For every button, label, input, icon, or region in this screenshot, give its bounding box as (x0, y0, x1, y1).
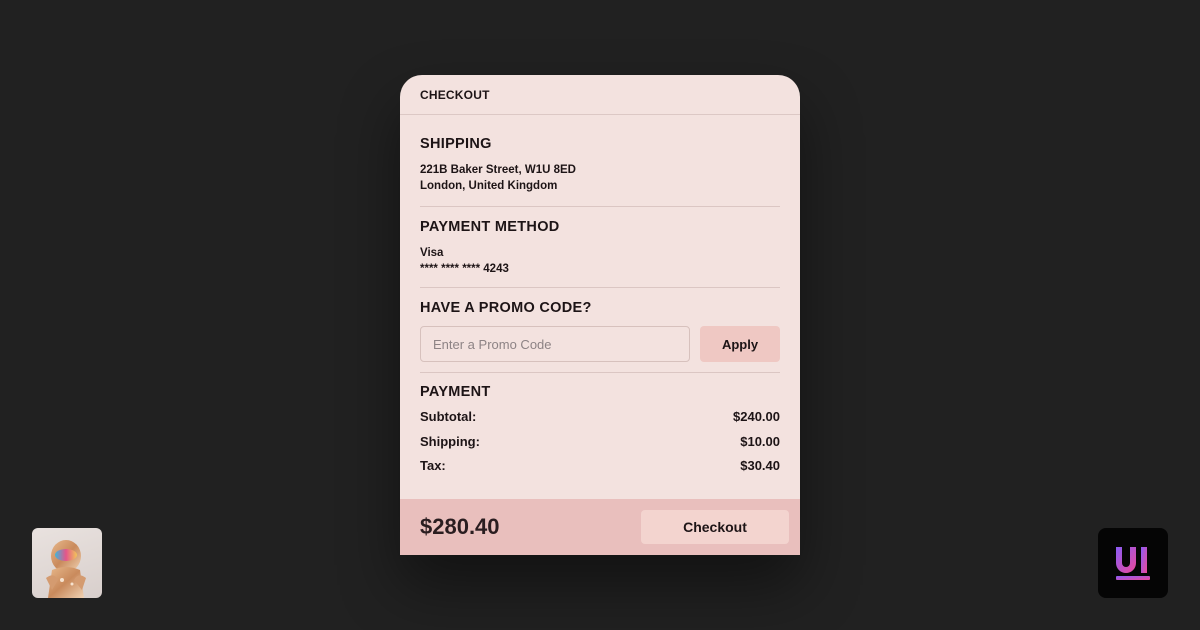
shipping-address-line1: 221B Baker Street, W1U 8ED (420, 164, 576, 176)
checkout-card: CHECKOUT SHIPPING 221B Baker Street, W1U… (400, 75, 800, 555)
tax-value: $30.40 (740, 458, 780, 473)
card-type: Visa (420, 247, 444, 259)
shipping-cost-label: Shipping: (420, 433, 480, 449)
order-total: $280.40 (420, 514, 500, 539)
ui-logo-icon (1116, 547, 1150, 580)
astronaut-avatar-image[interactable] (32, 528, 102, 598)
shipping-cost-row: Shipping: $10.00 (420, 434, 780, 459)
promo-section: HAVE A PROMO CODE? Apply (400, 288, 800, 373)
tax-label: Tax: (420, 458, 446, 473)
tax-row: Tax: $30.40 (420, 458, 780, 483)
subtotal-value: $240.00 (733, 409, 780, 424)
shipping-address-line2: London, United Kingdom (420, 180, 558, 192)
shipping-section: SHIPPING 221B Baker Street, W1U 8ED Lond… (400, 115, 800, 207)
payment-heading: PAYMENT (420, 384, 491, 400)
checkout-button[interactable]: Checkout (641, 510, 789, 544)
promo-code-input[interactable] (420, 326, 690, 362)
page-title: CHECKOUT (420, 87, 490, 102)
subtotal-row: Subtotal: $240.00 (420, 409, 780, 434)
promo-heading: HAVE A PROMO CODE? (420, 300, 592, 316)
shipping-heading: SHIPPING (420, 136, 492, 152)
checkout-footer: $280.40 Checkout (400, 499, 800, 555)
card-header: CHECKOUT (400, 75, 800, 115)
payment-method-heading: PAYMENT METHOD (420, 219, 560, 235)
shipping-cost-value: $10.00 (740, 433, 780, 449)
subtotal-label: Subtotal: (420, 409, 477, 424)
apply-button[interactable]: Apply (700, 326, 780, 362)
payment-section: PAYMENT Subtotal: $240.00 Shipping: $10.… (400, 373, 800, 483)
card-number: **** **** **** 4243 (420, 263, 509, 275)
ui-logo[interactable] (1098, 528, 1168, 598)
astronaut-icon (46, 540, 86, 598)
payment-method-section: PAYMENT METHOD Visa **** **** **** 4243 (400, 207, 800, 288)
